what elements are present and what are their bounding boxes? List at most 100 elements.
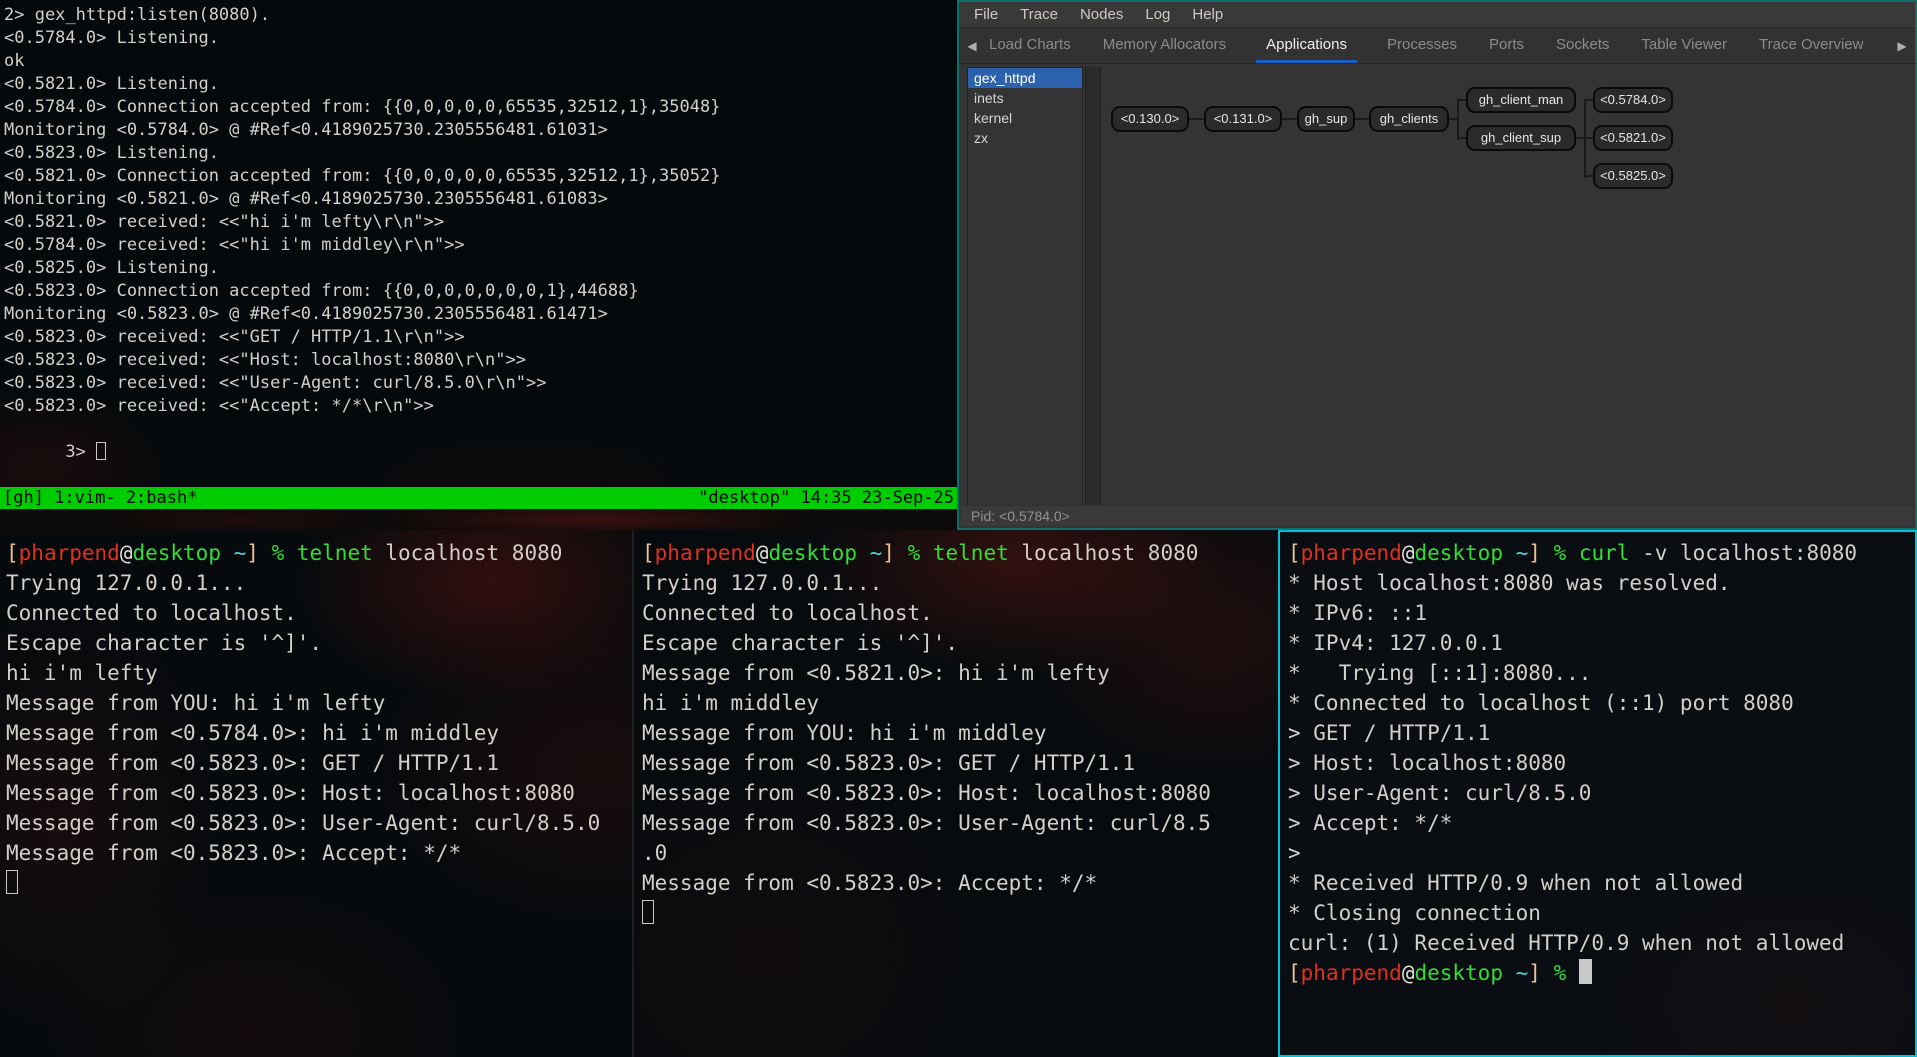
tab-applications[interactable]: Applications xyxy=(1256,28,1357,63)
command-name: telnet xyxy=(297,541,373,565)
terminal-line: <0.5784.0> received: <<"hi i'm middley\r… xyxy=(4,234,957,257)
command-args: localhost 8080 xyxy=(1009,541,1199,565)
process-node-0.131.0[interactable]: <0.131.0> xyxy=(1204,106,1282,132)
prompt-hostname: desktop xyxy=(1414,961,1503,985)
tree-edge xyxy=(1355,118,1369,120)
tree-edge xyxy=(1457,99,1466,101)
process-node-gh_client_sup[interactable]: gh_client_sup xyxy=(1466,125,1576,151)
tree-edge xyxy=(1449,118,1457,120)
process-node-gh_client_man[interactable]: gh_client_man xyxy=(1466,87,1576,113)
terminal-pane-telnet-middley[interactable]: [pharpend@desktop ~] % telnet localhost … xyxy=(636,530,1278,1057)
terminal-line: Message from <0.5784.0>: hi i'm middley xyxy=(6,718,632,748)
menu-file[interactable]: File xyxy=(963,2,1009,28)
terminal-line: * IPv6: ::1 xyxy=(1288,598,1915,628)
terminal-line: * Received HTTP/0.9 when not allowed xyxy=(1288,868,1915,898)
observer-applications-view: gex_httpd inets kernel zx <0.130.0><0.13… xyxy=(961,65,1913,505)
terminal-line: <0.5825.0> Listening. xyxy=(4,257,957,280)
tree-edge xyxy=(1457,99,1459,140)
terminal-line: Message from <0.5823.0>: User-Agent: cur… xyxy=(6,808,632,838)
terminal-line: Message from <0.5821.0>: hi i'm lefty xyxy=(642,658,1278,688)
command-args: -v localhost:8080 xyxy=(1629,541,1857,565)
observer-tabs: Load Charts Memory Allocators Applications… xyxy=(985,28,1865,63)
tree-edge xyxy=(1584,99,1593,101)
terminal-output: Trying 127.0.0.1...Connected to localhos… xyxy=(6,568,632,868)
terminal-line: * IPv4: 127.0.0.1 xyxy=(1288,628,1915,658)
terminal-line: ok xyxy=(4,50,957,73)
terminal-line: <0.5823.0> received: <<"GET / HTTP/1.1\r… xyxy=(4,326,957,349)
terminal-line: Monitoring <0.5823.0> @ #Ref<0.418902573… xyxy=(4,303,957,326)
tab-table-viewer[interactable]: Table Viewer xyxy=(1639,28,1729,63)
terminal-line: > Accept: */* xyxy=(1288,808,1915,838)
terminal-line: Message from <0.5823.0>: Host: localhost… xyxy=(6,778,632,808)
prompt-username: pharpend xyxy=(1301,541,1402,565)
menu-help[interactable]: Help xyxy=(1181,2,1234,28)
prompt-username: pharpend xyxy=(19,541,120,565)
erlang-prompt-line: 3> xyxy=(4,418,957,441)
terminal-line: <0.5823.0> Connection accepted from: {{0… xyxy=(4,280,957,303)
terminal-line: <0.5823.0> received: <<"User-Agent: curl… xyxy=(4,372,957,395)
menu-trace[interactable]: Trace xyxy=(1009,2,1069,28)
command-name: curl xyxy=(1579,541,1630,565)
desktop-wallpaper-strip xyxy=(0,509,957,530)
terminal-line: > xyxy=(1288,838,1915,868)
terminal-line: * Trying [::1]:8080... xyxy=(1288,658,1915,688)
tab-trace-overview[interactable]: Trace Overview xyxy=(1757,28,1865,63)
command-args: localhost 8080 xyxy=(373,541,563,565)
terminal-line: hi i'm middley xyxy=(642,688,1278,718)
tab-ports[interactable]: Ports xyxy=(1487,28,1526,63)
terminal-line: .0 xyxy=(642,838,1278,868)
tab-scroll-left-icon[interactable]: ◀ xyxy=(959,39,985,53)
terminal-line: <0.5784.0> Connection accepted from: {{0… xyxy=(4,96,957,119)
terminal-line: Escape character is '^]'. xyxy=(642,628,1278,658)
tree-edge xyxy=(1576,137,1584,139)
terminal-line: Message from <0.5823.0>: GET / HTTP/1.1 xyxy=(642,748,1278,778)
terminal-line: Trying 127.0.0.1... xyxy=(642,568,1278,598)
process-node-0.5821.0[interactable]: <0.5821.0> xyxy=(1593,125,1673,151)
terminal-line: Message from YOU: hi i'm middley xyxy=(642,718,1278,748)
process-node-gh_sup[interactable]: gh_sup xyxy=(1297,106,1355,132)
terminal-output: * Host localhost:8080 was resolved.* IPv… xyxy=(1288,568,1915,958)
tab-sockets[interactable]: Sockets xyxy=(1554,28,1611,63)
menu-nodes[interactable]: Nodes xyxy=(1069,2,1134,28)
terminal-line: <0.5821.0> Connection accepted from: {{0… xyxy=(4,165,957,188)
terminal-line: Connected to localhost. xyxy=(642,598,1278,628)
erlang-prompt: 3> xyxy=(65,442,96,462)
process-node-0.130.0[interactable]: <0.130.0> xyxy=(1111,106,1189,132)
tab-processes[interactable]: Processes xyxy=(1385,28,1459,63)
process-node-gh_clients[interactable]: gh_clients xyxy=(1369,106,1449,132)
terminal-pane-curl-active[interactable]: [pharpend@desktop ~] % curl -v localhost… xyxy=(1278,530,1917,1057)
terminal-line: Message from <0.5823.0>: Accept: */* xyxy=(6,838,632,868)
process-node-0.5784.0[interactable]: <0.5784.0> xyxy=(1593,87,1673,113)
erlang-observer-window: File Trace Nodes Log Help ◀ Load Charts M… xyxy=(957,0,1917,530)
prompt-hostname: desktop xyxy=(1414,541,1503,565)
terminal-line: Message from YOU: hi i'm lefty xyxy=(6,688,632,718)
terminal-pane-telnet-lefty[interactable]: [pharpend@desktop ~] % telnet localhost … xyxy=(0,530,634,1057)
supervision-tree-graph: <0.130.0> <0.131.0> gh_sup gh_clients gh_cli… xyxy=(961,65,1913,505)
terminal-line: Trying 127.0.0.1... xyxy=(6,568,632,598)
cursor-line xyxy=(6,868,632,898)
shell-prompt-line: [pharpend@desktop ~] % curl -v localhost… xyxy=(1288,538,1915,568)
terminal-line: * Closing connection xyxy=(1288,898,1915,928)
tab-memory-allocators[interactable]: Memory Allocators xyxy=(1101,28,1228,63)
prompt-hostname: desktop xyxy=(768,541,857,565)
text-cursor xyxy=(6,870,18,894)
tmux-host-clock: "desktop" 14:35 23-Sep-25 xyxy=(698,487,954,509)
terminal-line: Escape character is '^]'. xyxy=(6,628,632,658)
tree-edge xyxy=(1584,175,1593,177)
menu-log[interactable]: Log xyxy=(1134,2,1181,28)
tab-scroll-right-icon[interactable]: ▶ xyxy=(1889,39,1915,53)
terminal-line: Connected to localhost. xyxy=(6,598,632,628)
tmux-window-list[interactable]: [gh] 1:vim- 2:bash* xyxy=(3,487,197,509)
observer-statusbar: Pid: <0.5784.0> xyxy=(961,505,1913,526)
tree-edge xyxy=(1457,137,1466,139)
text-cursor xyxy=(1579,959,1592,984)
terminal-line: Message from <0.5823.0>: User-Agent: cur… xyxy=(642,808,1278,838)
tab-load-charts[interactable]: Load Charts xyxy=(987,28,1073,63)
process-node-0.5825.0[interactable]: <0.5825.0> xyxy=(1593,163,1673,189)
prompt-username: pharpend xyxy=(655,541,756,565)
terminal-line: Monitoring <0.5821.0> @ #Ref<0.418902573… xyxy=(4,188,957,211)
tmux-status-bar: [gh] 1:vim- 2:bash* "desktop" 14:35 23-S… xyxy=(0,487,957,509)
text-cursor xyxy=(642,900,654,924)
erlang-shell-terminal[interactable]: 2> gex_httpd:listen(8080).<0.5784.0> Lis… xyxy=(0,0,957,487)
prompt-hostname: desktop xyxy=(132,541,221,565)
